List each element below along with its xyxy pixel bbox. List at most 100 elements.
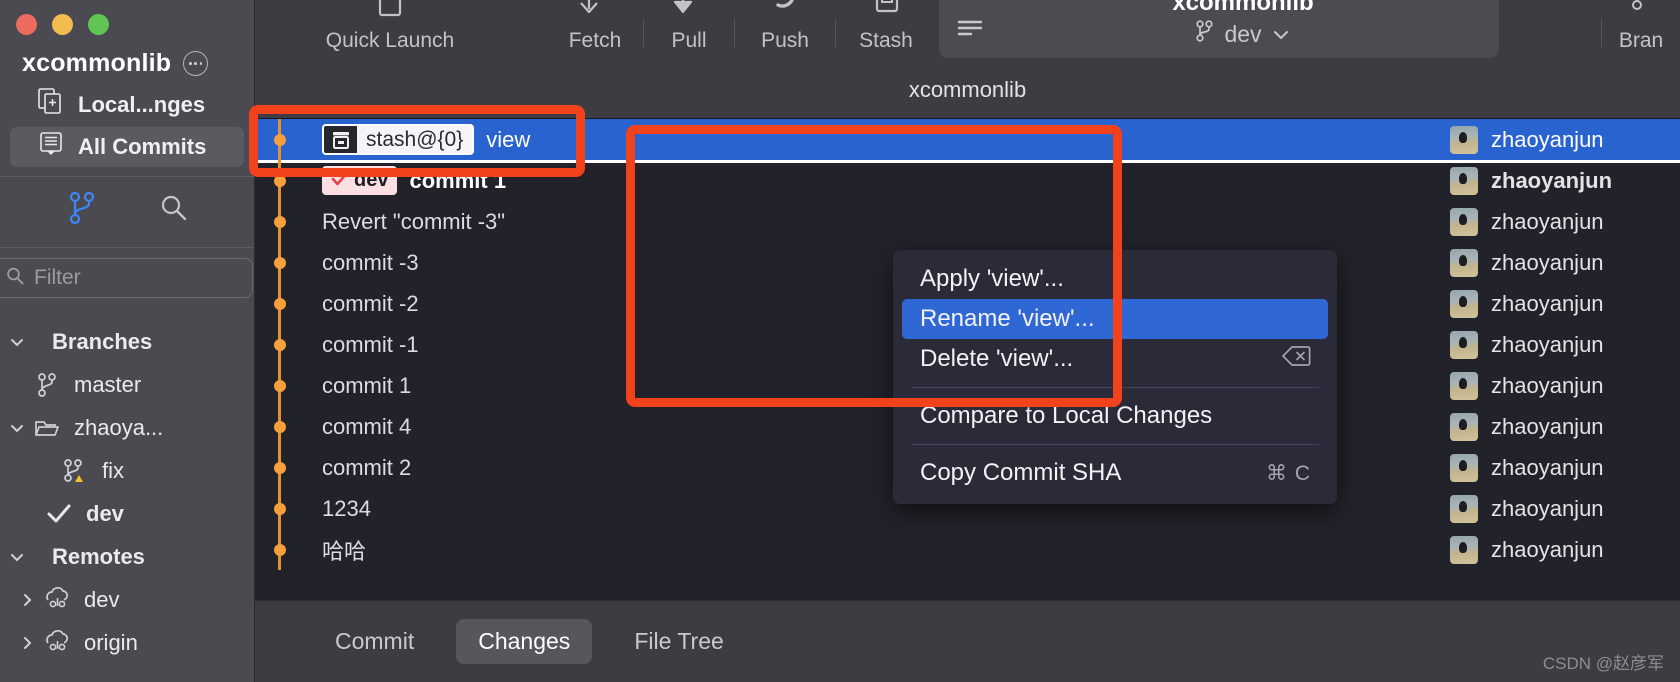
minimize-button[interactable] [52, 14, 73, 35]
tree-item-dev[interactable]: dev [0, 492, 254, 535]
menu-separator [911, 444, 1319, 445]
toolbar-label: Fetch [568, 29, 622, 52]
list-lines-icon[interactable] [957, 18, 987, 45]
context-menu[interactable]: Apply 'view'... Rename 'view'... Delete … [893, 250, 1337, 504]
table-row[interactable]: 哈哈 zhaoyanjun [255, 529, 1680, 570]
chevron-down-icon[interactable] [1271, 21, 1291, 48]
author-name: zhaoyanjun [1491, 454, 1604, 480]
graph-cell [255, 447, 303, 488]
tree-item-label: zhaoya... [74, 414, 164, 440]
tree-item-label: dev [84, 586, 120, 612]
author-name: zhaoyanjun [1491, 372, 1604, 398]
table-row[interactable]: Revert "commit -3" zhaoyanjun [255, 201, 1680, 242]
table-row[interactable]: stash@{0} view zhaoyanjun [255, 119, 1680, 163]
toolbar-quick-launch[interactable]: Quick Launch [305, 0, 475, 61]
sidebar-item-local-changes[interactable]: Local...nges [10, 85, 244, 125]
ref-label: dev [354, 169, 389, 191]
branch-ref-chip[interactable]: dev [322, 166, 398, 195]
branch-pill-center: xcommonlib dev [987, 0, 1499, 49]
more-options-icon[interactable] [183, 51, 209, 76]
chevron-right-icon[interactable] [14, 592, 40, 608]
chevron-down-icon[interactable] [4, 549, 30, 565]
tab-commit[interactable]: Commit [313, 619, 436, 664]
chevron-down-icon[interactable] [4, 334, 30, 350]
sidebar-repo-header: xcommonlib [0, 35, 254, 84]
search-icon[interactable] [158, 193, 188, 223]
commit-message: commit 4 [322, 413, 412, 439]
watermark: CSDN @赵彦军 [1542, 654, 1664, 673]
tree-item-label: dev [86, 500, 124, 526]
branch-icon [30, 372, 64, 398]
menu-item-rename[interactable]: Rename 'view'... [902, 299, 1328, 339]
delete-key-icon [1281, 345, 1311, 374]
menu-separator [911, 387, 1319, 388]
avatar [1450, 412, 1478, 441]
table-row[interactable]: dev commit 1 zhaoyanjun [255, 160, 1680, 201]
subheader-title: xcommonlib [908, 76, 1027, 102]
maximize-button[interactable] [88, 14, 109, 35]
pill-branch[interactable]: dev [1195, 19, 1290, 49]
stash-chip[interactable]: stash@{0} [322, 124, 475, 155]
chevron-down-icon[interactable] [4, 420, 30, 436]
author-cell: zhaoyanjun [1450, 166, 1680, 195]
sidebar-icon-tabs [0, 177, 254, 239]
author-cell: zhaoyanjun [1450, 371, 1680, 400]
author-name: zhaoyanjun [1491, 167, 1613, 193]
commit-message: commit 1 [409, 167, 507, 193]
toolbar-pull[interactable]: Pull [644, 0, 734, 61]
tree-item-remote-dev[interactable]: dev [0, 578, 254, 621]
all-commits-icon [38, 131, 64, 163]
chevron-right-icon[interactable] [14, 635, 40, 651]
tree-group-label: Remotes [52, 543, 145, 569]
author-name: zhaoyanjun [1491, 495, 1604, 521]
local-changes-icon [38, 88, 64, 122]
author-name: zhaoyanjun [1491, 331, 1604, 357]
toolbar-fetch[interactable]: Fetch [547, 0, 643, 61]
menu-item-compare[interactable]: Compare to Local Changes [902, 396, 1328, 436]
tree-item-remote-origin[interactable]: origin [0, 621, 254, 664]
commit-message: commit -2 [322, 290, 419, 316]
graph-cell [255, 365, 303, 406]
pill-branch-name: dev [1224, 20, 1262, 47]
tree-group-branches[interactable]: Branches [0, 320, 254, 363]
branch-icon[interactable] [66, 191, 96, 225]
author-name: zhaoyanjun [1491, 126, 1604, 152]
tree-item-label: master [74, 371, 142, 397]
sidebar-item-all-commits[interactable]: All Commits [10, 127, 244, 167]
toolbar-push[interactable]: Push [735, 0, 835, 61]
commit-message: 哈哈 [322, 538, 367, 564]
tree-group-remotes[interactable]: Remotes [0, 535, 254, 578]
commit-list[interactable]: stash@{0} view zhaoyanjun dev commit 1 z… [255, 119, 1680, 600]
filter-input[interactable]: Filter [0, 258, 253, 298]
repo-subheader: xcommonlib [255, 61, 1680, 119]
author-name: zhaoyanjun [1491, 208, 1604, 234]
menu-item-label: Rename 'view'... [920, 305, 1095, 332]
author-cell: zhaoyanjun [1450, 248, 1680, 277]
graph-cell [255, 529, 303, 570]
author-cell: zhaoyanjun [1450, 330, 1680, 359]
branch-selector-pill[interactable]: xcommonlib dev [939, 0, 1499, 58]
menu-item-label: Compare to Local Changes [920, 402, 1213, 429]
menu-item-copy-sha[interactable]: Copy Commit SHA ⌘ C [902, 453, 1328, 493]
bottom-tabbar: Commit Changes File Tree CSDN @赵彦军 [255, 600, 1680, 682]
cloud-branch-icon [40, 586, 74, 613]
toolbar-branch[interactable]: Bran [1602, 0, 1680, 61]
author-cell: zhaoyanjun [1450, 412, 1680, 441]
tree-item-master[interactable]: master [0, 363, 254, 406]
author-cell: zhaoyanjun [1450, 453, 1680, 482]
branch-icon [1195, 19, 1215, 49]
toolbar-stash[interactable]: Stash [836, 0, 936, 61]
tree-item-fix[interactable]: fix [0, 449, 254, 492]
close-button[interactable] [16, 14, 37, 35]
folder-icon [30, 417, 64, 439]
menu-item-apply[interactable]: Apply 'view'... [902, 259, 1328, 299]
cloud-branch-icon [40, 629, 74, 656]
author-cell: zhaoyanjun [1450, 125, 1680, 154]
fetch-icon [573, 0, 617, 27]
toolbar-label: Quick Launch [325, 29, 455, 52]
tab-file-tree[interactable]: File Tree [612, 619, 745, 664]
tab-changes[interactable]: Changes [456, 619, 593, 664]
menu-item-delete[interactable]: Delete 'view'... [902, 339, 1328, 379]
commit-message-cell: 哈哈 [303, 534, 1450, 566]
tree-item-zhaoya-folder[interactable]: zhaoya... [0, 406, 254, 449]
